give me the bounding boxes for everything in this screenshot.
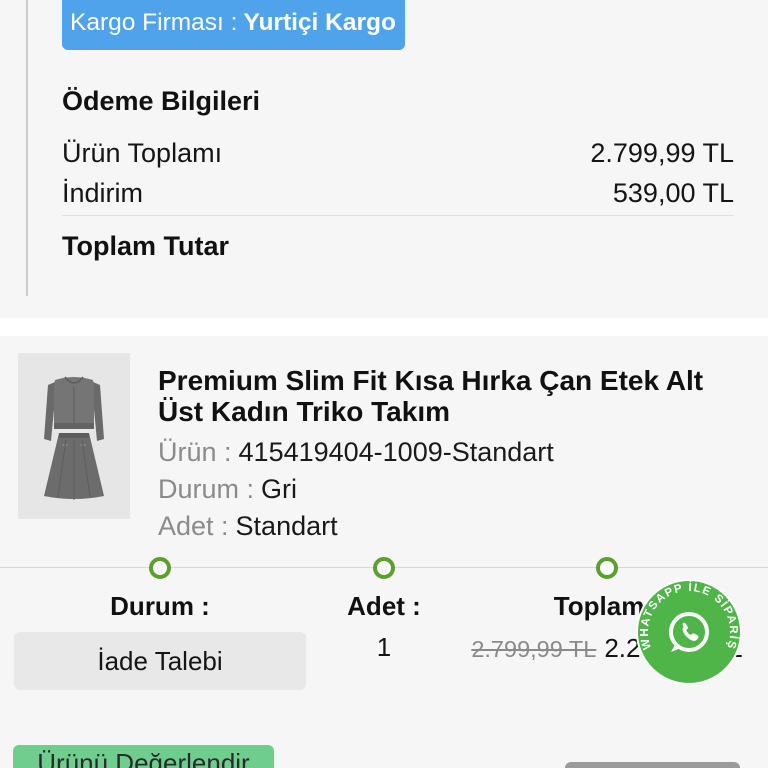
status-step-dot-icon	[373, 557, 395, 579]
review-product-button-label: Ürünü Değerlendir	[37, 748, 250, 768]
product-image[interactable]	[18, 353, 130, 519]
payment-info-title: Ödeme Bilgileri	[62, 86, 261, 116]
detail-label: Durum :	[158, 474, 255, 504]
payment-row-label: Ürün Toplamı	[62, 138, 223, 168]
payment-row-subtotal: Ürün Toplamı 2.799,99 TL	[62, 138, 734, 168]
payment-row-value: 539,00 TL	[612, 178, 734, 208]
product-detail-status: Durum : Gri	[158, 474, 297, 504]
whatsapp-badge-circle	[636, 579, 742, 685]
quantity-column-label: Adet :	[347, 591, 421, 621]
quantity-value: 1	[376, 632, 392, 662]
status-step-dot-icon	[149, 557, 171, 579]
product-title[interactable]: Premium Slim Fit Kısa Hırka Çan Etek Alt…	[158, 365, 738, 427]
return-request-button[interactable]: İade Talebi	[14, 632, 306, 690]
section-left-border	[26, 0, 28, 296]
payment-row-label: İndirim	[62, 178, 144, 208]
payment-total-label: Toplam Tutar	[62, 231, 229, 261]
product-detail-code: Ürün :415419404-1009-Standart	[158, 437, 554, 467]
whatsapp-order-badge[interactable]: WHATSAPP İLE SİPARİŞ	[634, 577, 744, 687]
cardigan-skirt-set-illustration	[44, 376, 104, 500]
shipping-company-badge: Kargo Firması : Yurtiçi Kargo	[62, 0, 405, 50]
secondary-action-button[interactable]	[565, 762, 740, 768]
shipping-company-name: Yurtiçi Kargo	[243, 9, 396, 36]
order-detail-page: Kargo Firması : Yurtiçi Kargo Ödeme Bilgi…	[0, 0, 768, 768]
review-product-button[interactable]: Ürünü Değerlendir	[13, 745, 274, 768]
status-step-dot-icon	[596, 557, 618, 579]
detail-label: Ürün :	[158, 437, 232, 467]
detail-value: Standart	[235, 511, 338, 541]
payment-row-discount: İndirim 539,00 TL	[62, 178, 734, 208]
cardigan-shape	[44, 376, 104, 441]
status-column-label: Durum :	[110, 591, 210, 621]
old-price: 2.799,99 TL	[471, 636, 597, 662]
detail-label: Adet :	[158, 511, 229, 541]
payment-divider	[62, 215, 734, 216]
skirt-shape	[44, 433, 104, 500]
payment-row-value: 2.799,99 TL	[590, 138, 734, 168]
product-detail-quantity: Adet : Standart	[158, 511, 338, 541]
detail-value: Gri	[261, 474, 298, 504]
shipping-company-label: Kargo Firması :	[70, 9, 238, 36]
section-separator	[0, 318, 768, 336]
detail-value: 415419404-1009-Standart	[238, 437, 554, 467]
